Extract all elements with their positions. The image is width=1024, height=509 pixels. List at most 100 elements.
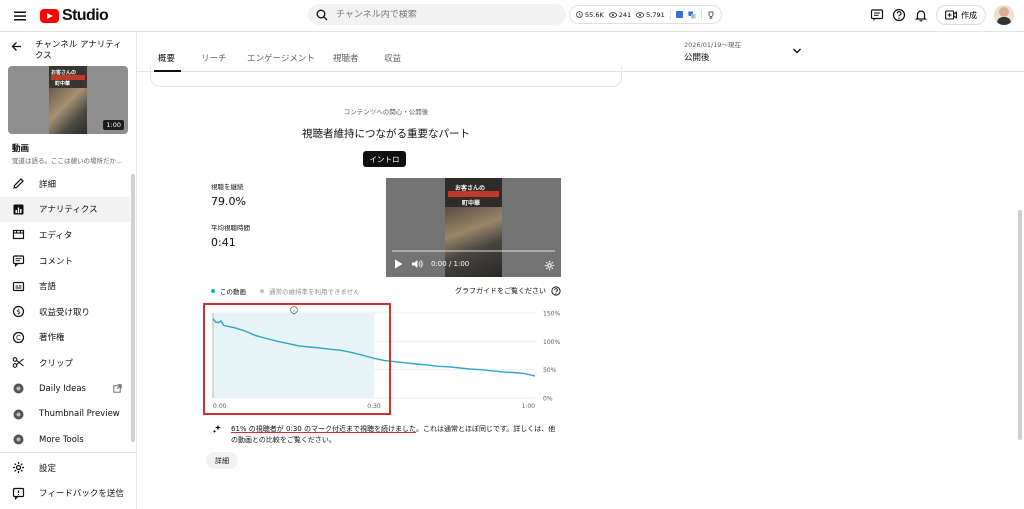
- gear-icon[interactable]: [544, 260, 555, 271]
- legend-this-video: この動画: [211, 286, 246, 296]
- sidebar-item-feedback[interactable]: フィードバックを送信: [0, 481, 136, 507]
- y-tick-label: 0%: [543, 396, 553, 403]
- section-subtitle: コンテンツへの関心・公開後: [343, 108, 429, 116]
- video-frame-title-line2: 町中華: [462, 200, 481, 207]
- highlight-annotation-box: [203, 303, 391, 415]
- avatar[interactable]: [994, 5, 1014, 25]
- sidebar-item-label: 著作権: [39, 333, 65, 344]
- sidebar-item-label: 設定: [39, 463, 57, 474]
- sidebar-item-label: クリップ: [39, 358, 74, 369]
- sidebar-scrollbar[interactable]: [131, 174, 135, 442]
- player-time: 0:00 / 1:00: [431, 260, 470, 268]
- intro-chip[interactable]: イントロ: [363, 151, 406, 167]
- divider: [669, 9, 671, 20]
- menu-icon[interactable]: [12, 8, 28, 24]
- bell-icon[interactable]: [914, 8, 928, 22]
- chart-legend: この動画 通常の維持率を利用できません: [211, 286, 360, 296]
- legend-dot: [211, 289, 215, 293]
- insight-highlight: 61% の視聴者が 0:30 のマーク付近まで視聴を続けました: [231, 425, 416, 433]
- scissors-icon: [12, 356, 25, 369]
- stat-subscribers: 55.6K: [585, 10, 604, 19]
- gear-icon: [12, 461, 25, 474]
- editor-icon: [12, 228, 25, 241]
- sidebar-item-label: フィードバックを送信: [39, 489, 124, 500]
- sidebar-item-more-tools[interactable]: More Tools: [0, 427, 130, 453]
- tab-reach[interactable]: リーチ: [201, 52, 227, 64]
- sidebar-item-editor[interactable]: エディタ: [0, 222, 130, 248]
- search-bar[interactable]: [308, 4, 566, 25]
- messages-icon[interactable]: [870, 8, 884, 22]
- tab-engagement[interactable]: エンゲージメント: [247, 52, 315, 64]
- extension-badge-icon[interactable]: [675, 11, 683, 18]
- main-scrollbar[interactable]: [1018, 210, 1022, 440]
- video-add-icon: [945, 10, 957, 20]
- sidebar-nav: 詳細 アナリティクス エディタ コメント 言語 $ 収益受け取り C 著作権 ク…: [0, 171, 130, 453]
- tab-overview[interactable]: 概要: [158, 52, 175, 64]
- tab-revenue[interactable]: 収益: [384, 52, 401, 64]
- sidebar-item-label: Thumbnail Preview: [39, 409, 120, 420]
- stat-views: 241: [618, 10, 632, 19]
- analytics-icon: [12, 203, 25, 216]
- chevron-down-icon[interactable]: [792, 46, 802, 56]
- external-link-icon[interactable]: [111, 382, 124, 395]
- volume-icon[interactable]: [411, 259, 423, 269]
- comment-icon: [12, 254, 25, 268]
- channel-stats[interactable]: 55.6K 241 5,791: [569, 5, 722, 24]
- back-title[interactable]: チャンネル アナリティクス: [35, 40, 125, 62]
- help-icon[interactable]: [892, 8, 906, 22]
- y-tick-label: 50%: [543, 367, 557, 374]
- youtube-logo-icon: [40, 9, 59, 23]
- sidebar-item-daily-ideas[interactable]: Daily Ideas: [0, 376, 130, 402]
- feedback-icon: [12, 487, 25, 500]
- search-icon[interactable]: [316, 9, 328, 21]
- header-actions: 作成: [870, 5, 1014, 25]
- clock-icon: [576, 11, 583, 18]
- sidebar-item-settings[interactable]: 設定: [0, 455, 136, 481]
- video-player[interactable]: お客さんの 町中華 0:00 / 1:00: [386, 178, 561, 277]
- sidebar-item-clips[interactable]: クリップ: [0, 350, 130, 376]
- arrow-back-icon[interactable]: [10, 40, 23, 53]
- translate-icon[interactable]: [688, 11, 696, 19]
- video-frame-red-band: [448, 191, 499, 197]
- sidebar-item-comments[interactable]: コメント: [0, 248, 130, 274]
- metric-value-avg-duration: 0:41: [211, 236, 236, 249]
- sidebar-item-languages[interactable]: 言語: [0, 273, 130, 299]
- logo-text: Studio: [62, 7, 109, 24]
- trophy-icon[interactable]: [707, 11, 715, 19]
- sidebar-item-earn[interactable]: $ 収益受け取り: [0, 299, 130, 325]
- svg-text:C: C: [16, 334, 21, 342]
- stat-views-total: 5,791: [646, 10, 665, 19]
- video-thumbnail[interactable]: お客さんの 町中華 1:00: [8, 66, 128, 134]
- previous-card: [150, 66, 622, 87]
- help-icon: [551, 286, 561, 296]
- extension-icon: [12, 433, 25, 446]
- divider: [700, 9, 702, 20]
- graph-guide-link[interactable]: グラフガイドをご覧ください: [455, 286, 561, 296]
- play-icon[interactable]: [394, 259, 403, 269]
- tab-audience[interactable]: 視聴者: [333, 52, 359, 64]
- top-bar: Studio 55.6K 241 5,791: [0, 0, 1024, 32]
- studio-logo[interactable]: Studio: [40, 7, 109, 25]
- sparkle-icon: [212, 424, 222, 446]
- sidebar-bottom: 設定 フィードバックを送信: [0, 452, 136, 506]
- sidebar-item-label: 詳細: [39, 179, 57, 190]
- sidebar: チャンネル アナリティクス お客さんの 町中華 1:00 動画 覚道は語る。ここ…: [0, 32, 137, 509]
- metric-value-retention: 79.0%: [211, 195, 246, 208]
- video-label: 動画: [12, 144, 30, 154]
- sidebar-item-analytics[interactable]: アナリティクス: [0, 196, 130, 223]
- dollar-icon: $: [12, 305, 25, 318]
- sidebar-item-copyright[interactable]: C 著作権: [0, 325, 130, 351]
- thumbnail-title-line2: 町中華: [55, 81, 71, 87]
- player-progress-bar[interactable]: [392, 250, 555, 252]
- details-button[interactable]: 詳細: [206, 452, 238, 469]
- sidebar-item-label: アナリティクス: [39, 205, 98, 216]
- date-range-picker[interactable]: 2026/01/19～現在 公開後: [684, 39, 741, 63]
- create-button[interactable]: 作成: [936, 5, 986, 25]
- legend-typical: 通常の維持率を利用できません: [260, 286, 360, 296]
- thumbnail-duration: 1:00: [103, 120, 124, 130]
- search-input[interactable]: [336, 9, 536, 20]
- sidebar-item-details[interactable]: 詳細: [0, 171, 130, 197]
- metric-label-avg-duration: 平均視聴時間: [211, 224, 250, 232]
- legend-label: 通常の維持率を利用できません: [269, 288, 360, 296]
- sidebar-item-thumbnail-preview[interactable]: Thumbnail Preview: [0, 401, 130, 427]
